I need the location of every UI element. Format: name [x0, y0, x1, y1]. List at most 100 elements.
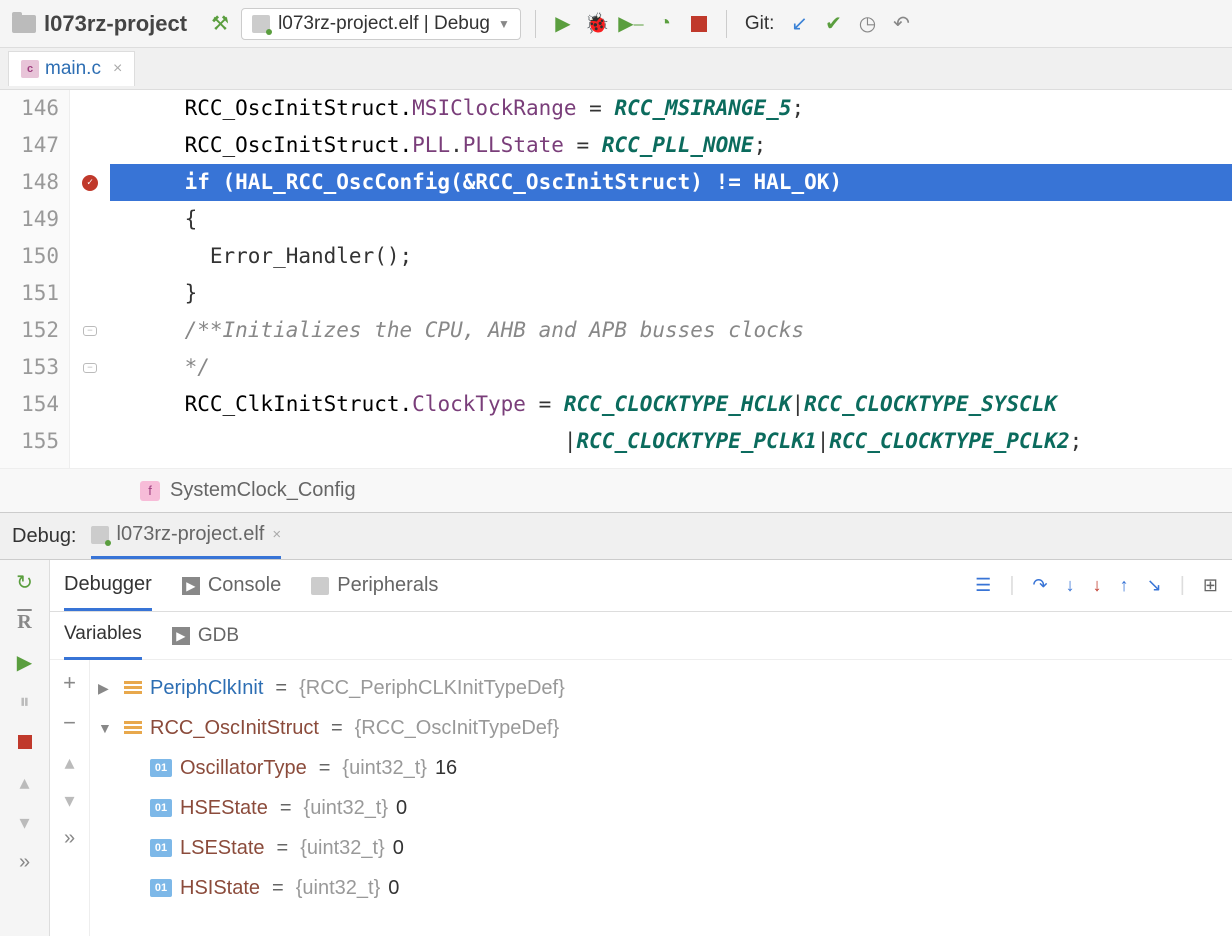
debug-session-tab[interactable]: l073rz-project.elf × — [91, 513, 282, 559]
debug-sidebar: ↻ R ▶ ⏸ ▴ ▾ » — [0, 560, 50, 936]
peripherals-icon — [311, 577, 329, 595]
tab-label: main.c — [45, 58, 101, 80]
line-num: 147 — [0, 127, 59, 164]
debug-session-label: l073rz-project.elf — [117, 523, 265, 546]
build-icon[interactable]: ⚒ — [207, 11, 233, 37]
code-editor[interactable]: 146 147 148 149 150 151 152 153 154 155 … — [0, 90, 1232, 468]
debug-panel-header: Debug: l073rz-project.elf × — [0, 512, 1232, 560]
close-icon[interactable]: × — [272, 526, 281, 543]
int-icon: 01 — [150, 839, 172, 857]
run-config-label: l073rz-project.elf | Debug — [278, 13, 490, 35]
rerun-icon[interactable]: ↻ — [13, 570, 37, 594]
tree-row[interactable]: 01 HSEState = {uint32_t} 0 — [90, 788, 1232, 828]
line-num: 152 — [0, 312, 59, 349]
fold-icon[interactable]: − — [70, 349, 110, 386]
chevron-down-icon: ▼ — [498, 17, 510, 31]
line-num: 154 — [0, 386, 59, 423]
tab-gdb[interactable]: ▶GDB — [172, 613, 239, 659]
int-icon: 01 — [150, 759, 172, 777]
expand-icon[interactable]: ▶ — [98, 680, 116, 697]
resume-icon[interactable]: ▶ — [13, 650, 37, 674]
gutter-marks: − − — [70, 90, 110, 468]
tab-main-c[interactable]: c main.c × — [8, 51, 135, 86]
git-label: Git: — [745, 13, 775, 35]
more-icon[interactable]: » — [13, 850, 37, 874]
tab-console[interactable]: ▶Console — [182, 562, 281, 609]
debug-sub-tabs: Variables ▶GDB — [50, 612, 1232, 660]
tree-row[interactable]: 01 OscillatorType = {uint32_t} 16 — [90, 748, 1232, 788]
collapse-icon[interactable]: ▼ — [98, 720, 116, 736]
history-icon[interactable]: ◷ — [854, 11, 880, 37]
debug-top-tabs: Debugger ▶Console Peripherals ☰ | ↷ ↓ ↓ … — [50, 560, 1232, 612]
vars-sidebar: + − ▴ ▾ » — [50, 660, 90, 936]
line-num: 151 — [0, 275, 59, 312]
separator — [535, 10, 536, 38]
line-num: 146 — [0, 90, 59, 127]
int-icon: 01 — [150, 799, 172, 817]
run-config-selector[interactable]: l073rz-project.elf | Debug ▼ — [241, 8, 521, 40]
debug-icon[interactable]: 🐞 — [584, 11, 610, 37]
variables-tree[interactable]: ▶ PeriphClkInit = {RCC_PeriphCLKInitType… — [90, 660, 1232, 936]
run-coverage-icon[interactable]: ▶⎯ — [618, 11, 644, 37]
chip-icon — [252, 15, 270, 33]
debug-body: ↻ R ▶ ⏸ ▴ ▾ » Debugger ▶Console Peripher… — [0, 560, 1232, 936]
int-icon: 01 — [150, 879, 172, 897]
breakpoint-icon[interactable] — [70, 164, 110, 201]
main-toolbar: l073rz-project ⚒ l073rz-project.elf | De… — [0, 0, 1232, 48]
breadcrumb: f SystemClock_Config — [0, 468, 1232, 512]
code-area[interactable]: RCC_OscInitStruct.MSIClockRange = RCC_MS… — [110, 90, 1232, 468]
stop-icon[interactable] — [13, 730, 37, 754]
console-icon: ▶ — [172, 627, 190, 645]
chip-icon — [91, 526, 109, 544]
breadcrumb-fn[interactable]: SystemClock_Config — [170, 479, 356, 502]
frame-up-icon[interactable]: ▴ — [13, 770, 37, 794]
project-name: l073rz-project — [44, 11, 187, 37]
step-actions: ☰ | ↷ ↓ ↓ ↑ ↘ | ⊞ — [975, 574, 1218, 597]
line-num: 155 — [0, 423, 59, 460]
show-exec-point-icon[interactable]: ☰ — [975, 575, 991, 596]
tree-row[interactable]: 01 LSEState = {uint32_t} 0 — [90, 828, 1232, 868]
evaluate-icon[interactable]: ⊞ — [1203, 575, 1218, 596]
line-num: 149 — [0, 201, 59, 238]
struct-icon — [124, 681, 142, 695]
step-out-icon[interactable]: ↑ — [1120, 575, 1129, 596]
variables-panel: + − ▴ ▾ » ▶ PeriphClkInit = {RCC_PeriphC… — [50, 660, 1232, 936]
run-icon[interactable]: ▶ — [550, 11, 576, 37]
tree-row[interactable]: ▼ RCC_OscInitStruct = {RCC_OscInitTypeDe… — [90, 708, 1232, 748]
tree-row[interactable]: 01 HSIState = {uint32_t} 0 — [90, 868, 1232, 908]
remove-watch-icon[interactable]: − — [63, 710, 76, 736]
line-num: 153 — [0, 349, 59, 386]
run-to-cursor-icon[interactable]: ↘ — [1147, 575, 1162, 596]
line-num: 148 — [0, 164, 59, 201]
force-step-into-icon[interactable]: ↓ — [1093, 575, 1102, 596]
more-icon[interactable]: » — [58, 826, 82, 850]
git-commit-icon[interactable]: ✔ — [820, 11, 846, 37]
step-over-icon[interactable]: ↷ — [1033, 575, 1048, 596]
folder-icon — [12, 15, 36, 33]
line-num: 150 — [0, 238, 59, 275]
console-icon: ▶ — [182, 577, 200, 595]
fold-icon[interactable]: − — [70, 312, 110, 349]
close-icon[interactable]: × — [113, 60, 122, 78]
struct-icon — [124, 721, 142, 735]
tab-peripherals[interactable]: Peripherals — [311, 562, 438, 609]
step-into-icon[interactable]: ↓ — [1066, 575, 1075, 596]
reset-icon[interactable]: R — [13, 610, 37, 634]
tab-debugger[interactable]: Debugger — [64, 561, 152, 611]
stop-icon[interactable] — [686, 11, 712, 37]
tab-variables[interactable]: Variables — [64, 611, 142, 660]
separator — [726, 10, 727, 38]
frame-down-icon[interactable]: ▾ — [13, 810, 37, 834]
up-icon[interactable]: ▴ — [58, 750, 82, 774]
function-icon: f — [140, 481, 160, 501]
pause-icon[interactable]: ⏸ — [13, 690, 37, 714]
git-pull-icon[interactable]: ↙ — [786, 11, 812, 37]
add-watch-icon[interactable]: + — [63, 670, 76, 696]
revert-icon[interactable]: ↶ — [888, 11, 914, 37]
current-line: if (HAL_RCC_OscConfig(&RCC_OscInitStruct… — [110, 164, 1232, 201]
down-icon[interactable]: ▾ — [58, 788, 82, 812]
tree-row[interactable]: ▶ PeriphClkInit = {RCC_PeriphCLKInitType… — [90, 668, 1232, 708]
debug-content: Debugger ▶Console Peripherals ☰ | ↷ ↓ ↓ … — [50, 560, 1232, 936]
debug-label: Debug: — [12, 525, 77, 548]
profile-icon[interactable]: ◔ — [652, 11, 678, 37]
